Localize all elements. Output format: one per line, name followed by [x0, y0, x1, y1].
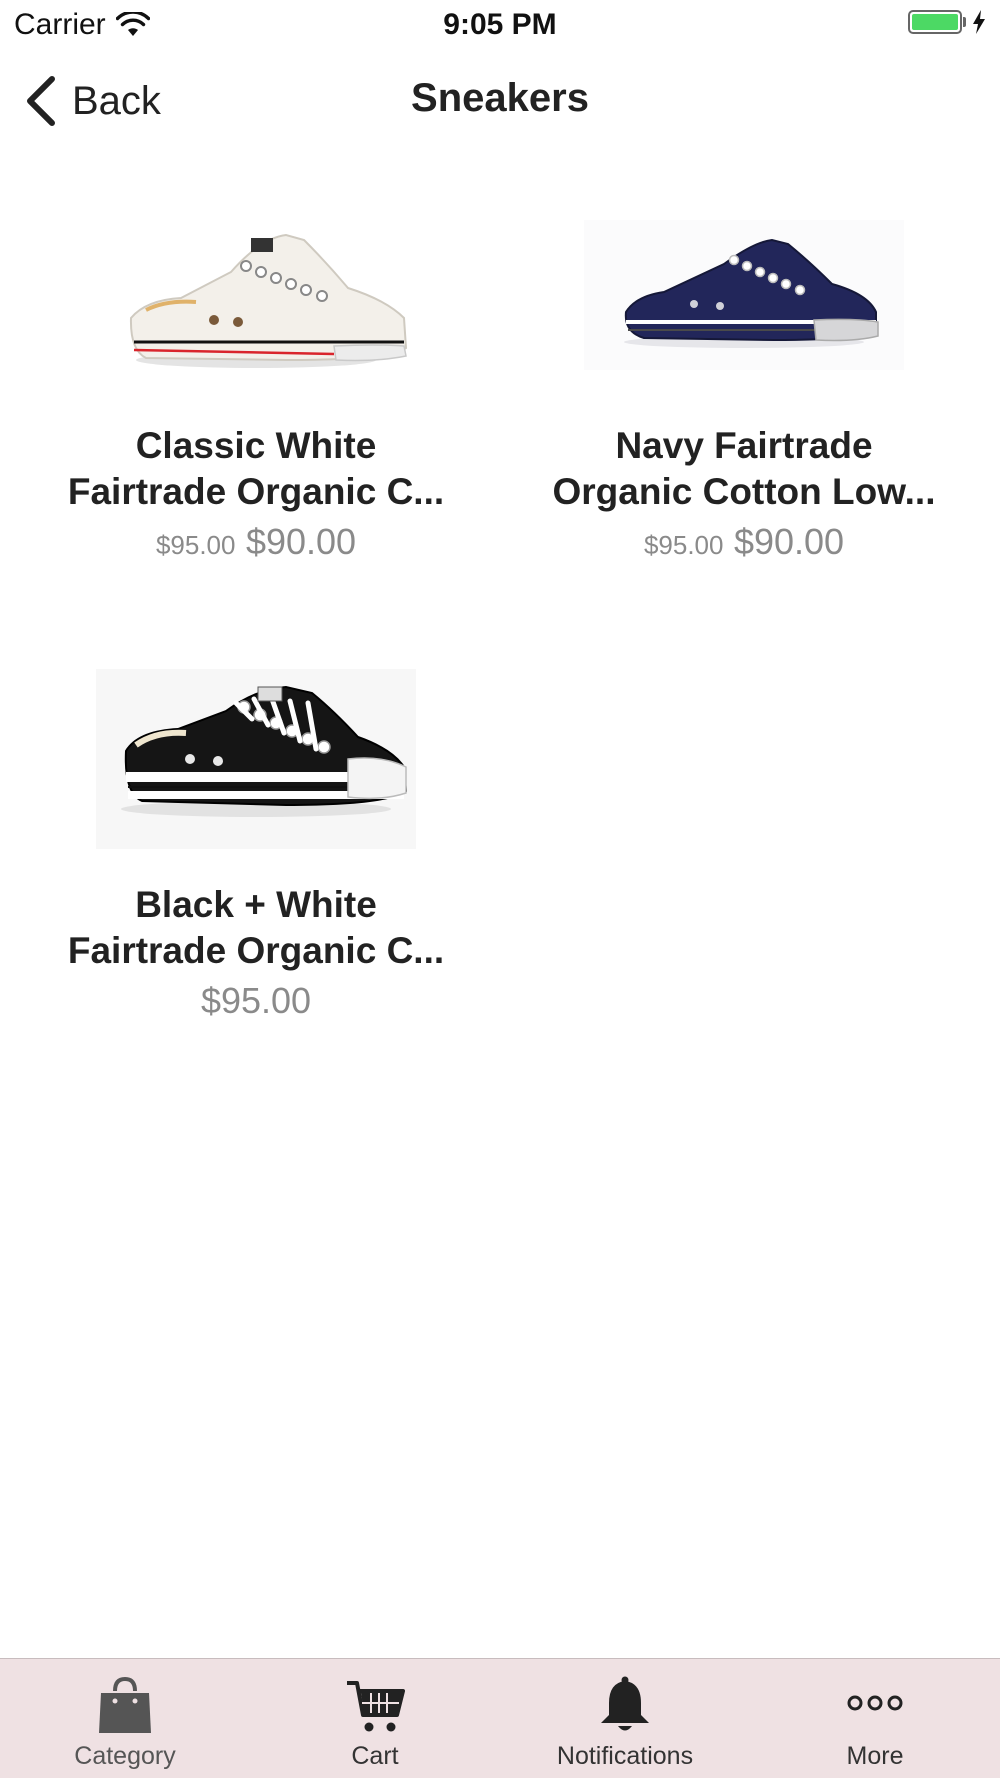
app-screen: Carrier 9:05 PM Back Sneakers Classic Wh…	[0, 0, 1000, 1778]
original-price: $95.00	[155, 530, 236, 560]
product-image-white-sneaker	[129, 233, 408, 368]
battery-indicator	[908, 10, 986, 34]
product-name: Navy Fairtrade Organic Cotton Low...	[552, 425, 936, 512]
product-card[interactable]: Classic White Fairtrade Organic C... $95…	[21, 200, 491, 573]
cart-icon	[347, 1681, 405, 1732]
product-image-navy-sneaker	[584, 220, 904, 370]
price-line: $95.00 $90.00	[509, 519, 979, 573]
sale-price: $90.00	[245, 521, 357, 562]
charging-bolt-icon	[973, 10, 985, 34]
battery-tip	[963, 17, 966, 27]
price: $95.00	[200, 980, 312, 1021]
status-time: 9:05 PM	[443, 8, 557, 41]
bell-icon	[601, 1676, 649, 1731]
tab-label: Cart	[351, 1742, 399, 1770]
price-line: $95.00 $90.00	[21, 519, 491, 573]
battery-icon	[908, 10, 962, 34]
battery-level	[912, 14, 958, 30]
page-title: Sneakers	[411, 76, 589, 120]
tab-bar: Category Cart Notifications More	[0, 1658, 1000, 1778]
product-card[interactable]: Navy Fairtrade Organic Cotton Low... $95…	[509, 200, 979, 573]
product-name: Black + White Fairtrade Organic C...	[67, 884, 445, 971]
shopping-bag-icon	[99, 1676, 151, 1733]
price-line: $95.00	[21, 978, 491, 1032]
tab-category[interactable]: Category	[0, 1659, 250, 1778]
sale-price: $90.00	[733, 521, 845, 562]
tab-label: Category	[74, 1742, 176, 1770]
more-dots-icon	[847, 1695, 903, 1711]
tab-label: More	[846, 1742, 904, 1770]
product-name: Classic White Fairtrade Organic C...	[67, 425, 445, 512]
status-bar: Carrier 9:05 PM	[0, 0, 1000, 50]
product-card[interactable]: Black + White Fairtrade Organic C... $95…	[21, 659, 491, 1032]
original-price: $95.00	[643, 530, 724, 560]
tab-more[interactable]: More	[750, 1659, 1000, 1778]
tab-cart[interactable]: Cart	[250, 1659, 500, 1778]
product-image-black-sneaker	[96, 669, 416, 849]
navigation-bar: Back Sneakers	[0, 50, 1000, 152]
tab-notifications[interactable]: Notifications	[500, 1659, 750, 1778]
tab-label: Notifications	[556, 1742, 694, 1770]
